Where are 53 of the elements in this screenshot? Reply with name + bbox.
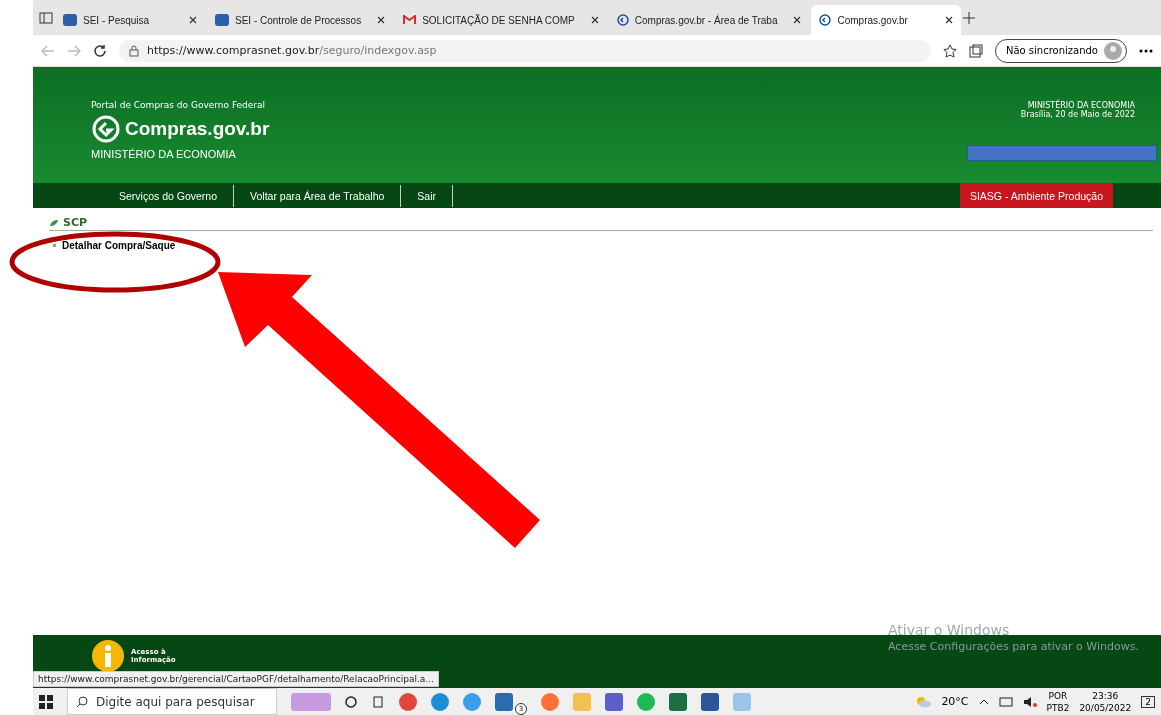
browser-tab[interactable]: Compras.gov.br (811, 5, 962, 35)
status-url: https://www.comprasnet.gov.br/gerencial/CartaoPGF/detalhamento/RelacaoPrincipal.a... (33, 671, 439, 687)
ministry-name: MINISTÉRIO DA ECONOMIA (91, 148, 237, 160)
close-icon[interactable] (189, 16, 197, 24)
leaf-icon (49, 218, 59, 227)
tab-actions-icon[interactable] (39, 11, 53, 24)
search-icon (76, 695, 88, 708)
notification-count[interactable]: 2 (1141, 695, 1155, 708)
cortana-icon[interactable] (345, 695, 357, 708)
info-icon (91, 639, 125, 673)
address-field[interactable]: https://www.comprasnet.gov.br/seguro/indexgov.asp (119, 39, 931, 62)
close-icon[interactable] (590, 16, 599, 24)
chevron-up-icon[interactable] (978, 698, 989, 705)
nav-link[interactable]: Voltar para Área de Trabalho (234, 184, 402, 207)
bullet-icon (53, 244, 56, 247)
environment-badge[interactable]: SIASG - Ambiente Produção (959, 183, 1113, 208)
browser-tab[interactable]: SEI - Controle de Processos (207, 5, 394, 35)
collections-icon[interactable] (968, 43, 983, 58)
lock-icon (129, 44, 139, 57)
refresh-icon[interactable] (93, 43, 107, 58)
logo-icon (91, 114, 121, 144)
taskbar-search-field[interactable]: Digite aqui para pesquisar (67, 688, 277, 715)
nav-link[interactable]: Serviços do Governo (103, 184, 235, 207)
taskbar-clock[interactable]: 23:36 20/05/2022 (1079, 689, 1132, 714)
browser-tab[interactable]: Compras.gov.br - Área de Traba (608, 5, 810, 35)
avatar-icon (1104, 41, 1122, 60)
logo-icon (819, 14, 832, 26)
temperature: 20°C (941, 695, 969, 708)
browser-tab[interactable]: SEI - Pesquisa (55, 5, 205, 35)
activation-title: Ativar o Windows (888, 622, 1011, 638)
section-title: SCP (63, 216, 88, 229)
more-icon[interactable] (1139, 48, 1153, 53)
weather-icon (915, 695, 932, 708)
speaker-muted-icon[interactable] (1022, 695, 1037, 708)
profile-button[interactable]: Não sincronizando (994, 38, 1127, 63)
close-icon[interactable] (793, 16, 802, 24)
logo-icon (616, 14, 629, 26)
windows-icon[interactable] (39, 694, 53, 709)
activation-subtitle: Acesse Configurações para ativar o Windows. (888, 640, 1139, 653)
star-icon[interactable] (942, 43, 957, 58)
portal-title: Portal de Compras do Governo Federal (91, 100, 267, 110)
nav-link[interactable]: Sair (401, 184, 453, 207)
close-icon[interactable] (377, 16, 386, 24)
site-logo[interactable]: Compras.gov.br (91, 114, 270, 144)
menu-link[interactable]: Detalhar Compra/Saque (62, 240, 176, 251)
new-tab-icon[interactable] (963, 11, 976, 24)
close-icon[interactable] (945, 16, 954, 24)
task-view-icon[interactable] (371, 695, 385, 708)
ministry-label: MINISTÉRIO DA ECONOMIA (1027, 101, 1135, 110)
network-icon[interactable] (998, 695, 1013, 708)
browser-tab[interactable]: SOLICITAÇÃO DE SENHA COMP (395, 5, 607, 35)
input-language[interactable]: POR PTB2 (1046, 689, 1070, 714)
date-label: Brasília, 20 de Maio de 2022 (1020, 110, 1135, 119)
